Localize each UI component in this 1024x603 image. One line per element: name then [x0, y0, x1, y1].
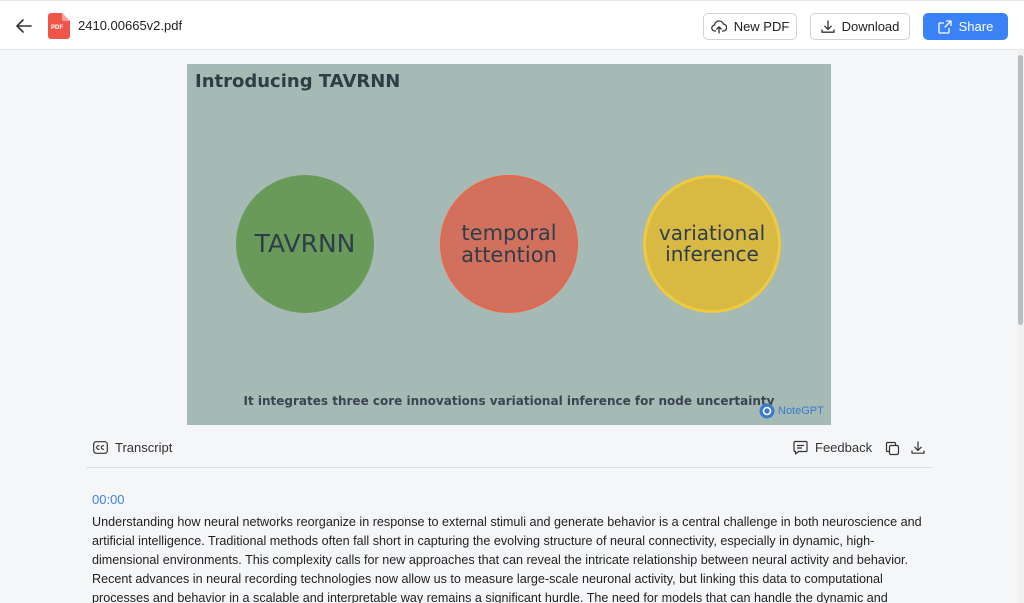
feedback-label: Feedback — [815, 440, 873, 455]
transcript-label: Transcript — [115, 440, 173, 455]
transcript-toolbar: Transcript Feedback — [86, 430, 933, 468]
transcript-tab[interactable]: Transcript — [93, 440, 172, 455]
transcript-timestamp[interactable]: 00:00 — [92, 492, 125, 507]
pdf-badge-text: PDF — [51, 25, 63, 31]
notegpt-watermark: NoteGPT — [759, 403, 824, 419]
top-header: PDF 2410.00665v2.pdf New PDF Download Sh… — [0, 0, 1024, 50]
share-label: Share — [958, 19, 994, 34]
slide-title: Introducing TAVRNN — [195, 71, 401, 92]
closed-caption-icon — [93, 441, 108, 454]
new-pdf-label: New PDF — [733, 19, 790, 34]
download-label: Download — [841, 19, 900, 34]
new-pdf-button[interactable]: New PDF — [703, 13, 797, 40]
arrow-left-icon — [16, 19, 32, 33]
feedback-button[interactable]: Feedback — [793, 440, 872, 455]
copy-button[interactable] — [882, 438, 902, 458]
back-button[interactable] — [12, 14, 36, 38]
download-icon — [820, 19, 835, 33]
transcript-paragraph: Understanding how neural networks reorga… — [92, 515, 922, 603]
slide-caption: It integrates three core innovations var… — [243, 394, 775, 408]
download-transcript-button[interactable] — [908, 438, 928, 458]
circle-label: variational inference — [658, 221, 766, 266]
circle-tavrnn: TAVRNN — [236, 175, 374, 313]
copy-icon — [885, 441, 899, 455]
download-icon — [911, 441, 925, 454]
share-button[interactable]: Share — [923, 13, 1008, 40]
circle-label: TAVRNN — [254, 228, 356, 258]
notegpt-logo-icon — [759, 403, 775, 419]
circle-variational-inference: variational inference — [643, 175, 781, 313]
cloud-upload-icon — [710, 19, 727, 34]
file-name: 2410.00665v2.pdf — [78, 18, 183, 33]
circle-temporal-attention: temporal attention — [440, 175, 578, 313]
download-button[interactable]: Download — [810, 13, 910, 40]
video-slide[interactable]: Introducing TAVRNN TAVRNN temporal atten… — [187, 64, 831, 425]
page-scrollbar[interactable] — [1017, 51, 1024, 603]
feedback-icon — [793, 440, 808, 455]
share-icon — [937, 19, 952, 34]
circle-label: temporal attention — [461, 220, 557, 267]
watermark-text: NoteGPT — [778, 405, 824, 417]
pdf-file-icon: PDF — [48, 13, 70, 39]
scrollbar-thumb[interactable] — [1018, 55, 1023, 325]
